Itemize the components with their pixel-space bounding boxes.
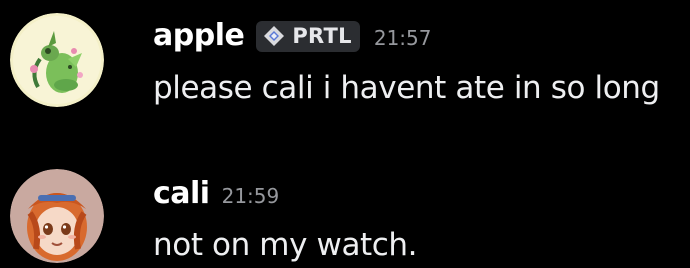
timestamp[interactable]: 21:59 (222, 184, 280, 208)
message-item[interactable]: cali 21:59 not on my watch. (0, 155, 690, 268)
username[interactable]: apple (153, 16, 245, 56)
avatar-apple[interactable] (10, 13, 104, 107)
message-header: apple PRTL 21:57 (153, 16, 432, 56)
server-tag-label: PRTL (292, 24, 352, 48)
timestamp[interactable]: 21:57 (374, 26, 432, 50)
message-content: not on my watch. (153, 227, 418, 263)
message-content: please cali i havent ate in so long (153, 70, 660, 106)
server-tag-badge[interactable]: PRTL (256, 20, 360, 52)
avatar-image (10, 13, 104, 107)
diamond-sparkle-icon (264, 26, 285, 46)
username[interactable]: cali (153, 174, 210, 214)
avatar-cali[interactable] (10, 169, 104, 263)
message-header: cali 21:59 (153, 174, 279, 214)
avatar-image (10, 169, 104, 263)
message-item[interactable]: apple PRTL 21:57 please cali i havent at… (0, 0, 690, 130)
